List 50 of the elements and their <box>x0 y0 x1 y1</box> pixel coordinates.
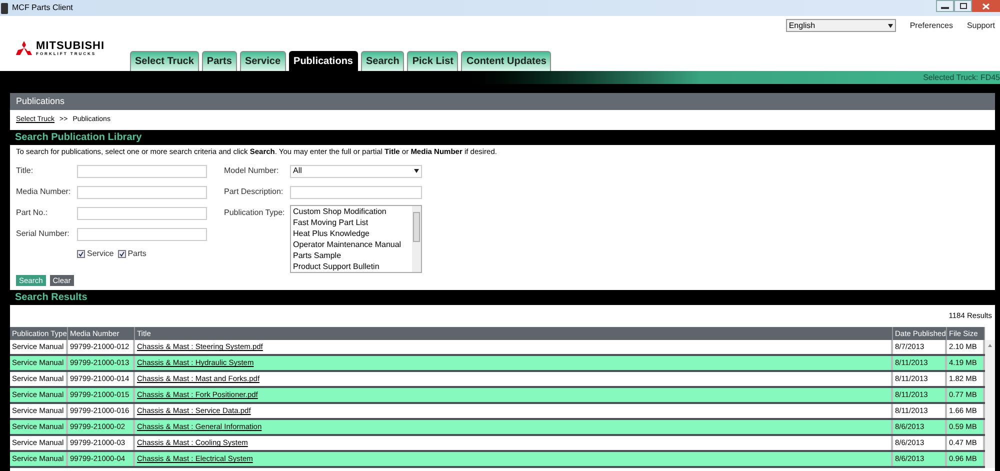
nav-tab[interactable]: Service <box>240 51 286 71</box>
checkbox-label: Service <box>87 248 114 260</box>
text-field[interactable] <box>77 206 207 220</box>
close-icon <box>982 2 990 10</box>
text-field[interactable] <box>77 164 207 178</box>
section-header: Search Results <box>10 290 995 305</box>
publication-type-list[interactable]: Custom Shop Modification Fast Moving Part List Heat Plus Knowledge Operator Maintenance Manual Parts Sample Product Support Bulletin <box>290 205 422 273</box>
field-label: Model Number: <box>224 165 280 177</box>
text-field[interactable] <box>77 228 207 240</box>
field-label: Part No.: <box>16 207 49 219</box>
field-label: Publication Type: <box>224 207 286 219</box>
header-link[interactable]: Support <box>966 20 995 32</box>
list-option[interactable]: Custom Shop Modification <box>293 206 410 217</box>
nav-tab[interactable]: Publications <box>288 51 358 71</box>
nav-tab[interactable]: Parts <box>202 51 237 71</box>
logo-name: MITSUBISHI <box>36 40 105 52</box>
list-option[interactable]: Parts Sample <box>293 250 410 261</box>
page-title-bar: Publications <box>10 93 995 110</box>
checkbox[interactable] <box>77 250 85 258</box>
checkbox-label: Parts <box>128 248 146 260</box>
scrollbar[interactable] <box>412 206 421 272</box>
section-header: Search Publication Library <box>10 130 995 145</box>
list-option[interactable]: Operator Maintenance Manual <box>293 239 410 250</box>
minimize-button[interactable] <box>936 0 954 12</box>
text-field[interactable] <box>77 186 207 198</box>
nav-tab[interactable]: Content Updates <box>461 51 552 71</box>
maximize-button[interactable] <box>954 0 972 12</box>
logo-icon <box>16 41 32 55</box>
caret-icon <box>414 169 419 173</box>
window-title: MCF Parts Client <box>12 2 73 14</box>
checkbox[interactable] <box>118 250 126 258</box>
caret-icon <box>888 24 893 28</box>
list-option[interactable]: Product Support Bulletin <box>293 261 410 272</box>
scroll-up-icon[interactable] <box>988 344 992 347</box>
list-option[interactable]: Fast Moving Part List <box>293 217 410 228</box>
model-dropdown[interactable]: All <box>290 164 422 178</box>
language-dropdown[interactable]: English <box>786 19 896 32</box>
nav-tab[interactable]: Pick List <box>407 51 458 71</box>
nav-tab[interactable]: Search <box>360 51 404 71</box>
field-label: Serial Number: <box>16 228 70 240</box>
close-button[interactable] <box>972 0 1000 12</box>
text-field[interactable] <box>290 186 422 198</box>
header-link[interactable]: Preferences <box>910 20 953 32</box>
field-label: Media Number: <box>16 186 72 198</box>
field-label: Part Description: <box>224 186 284 198</box>
app-icon <box>1 2 8 14</box>
field-label: Title: <box>16 165 34 177</box>
scrollbar[interactable] <box>985 340 995 468</box>
nav-tab[interactable]: Select Truck <box>130 51 199 71</box>
list-option[interactable]: Heat Plus Knowledge <box>293 228 410 239</box>
